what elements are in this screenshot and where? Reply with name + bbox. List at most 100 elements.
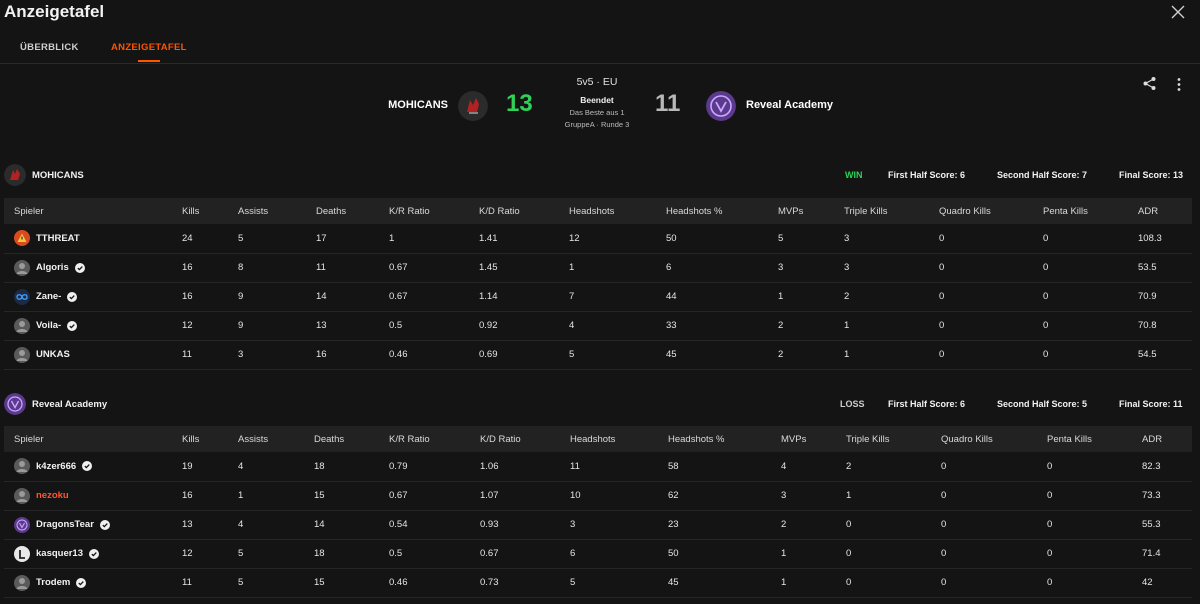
column-header[interactable]: K/R Ratio xyxy=(379,426,470,452)
tab-overview[interactable]: ÜBERBLICK xyxy=(20,42,79,53)
column-header[interactable]: Assists xyxy=(228,198,306,224)
table-row[interactable]: nezoku 16 1 15 0.67 1.07 10 62 3 1 0 0 73.3 xyxy=(4,481,1192,511)
player-avatar[interactable] xyxy=(14,346,30,363)
table-row[interactable]: TTHREAT 24 5 17 1 1.41 12 50 5 3 0 0 108.3 xyxy=(4,224,1192,254)
column-header[interactable]: Headshots xyxy=(560,426,658,452)
stat-cell: 14 xyxy=(306,282,379,312)
column-header[interactable]: Headshots xyxy=(559,198,656,224)
reveal-academy-logo xyxy=(4,393,26,415)
column-header[interactable]: Kills xyxy=(172,198,228,224)
stat-cell: 1.06 xyxy=(470,452,560,482)
verified-check-icon xyxy=(67,291,78,302)
player-name[interactable]: UNKAS xyxy=(36,349,70,360)
column-header[interactable]: Headshots % xyxy=(658,426,771,452)
stat-cell: 15 xyxy=(304,481,379,511)
stat-cell: 0 xyxy=(1033,311,1128,341)
stat-cell: 70.8 xyxy=(1128,311,1192,341)
more-options-icon[interactable] xyxy=(1172,77,1186,92)
player-name[interactable]: Voila- xyxy=(36,320,61,331)
column-header[interactable]: Penta Kills xyxy=(1033,198,1128,224)
stat-cell: 50 xyxy=(656,224,768,254)
final-score: Final Score: 11 xyxy=(1119,399,1183,409)
stat-cell: 0 xyxy=(929,340,1033,370)
verified-check-icon xyxy=(74,262,85,273)
table-row[interactable]: Zane- 16 9 14 0.67 1.14 7 44 1 2 0 0 70.9 xyxy=(4,282,1192,312)
column-header[interactable]: Quadro Kills xyxy=(929,198,1033,224)
player-name[interactable]: Zane- xyxy=(36,291,61,302)
close-icon[interactable] xyxy=(1170,4,1186,20)
active-tab-indicator xyxy=(138,60,160,62)
player-name[interactable]: DragonsTear xyxy=(36,519,94,530)
player-cell: nezoku xyxy=(4,481,172,511)
player-cell: DragonsTear xyxy=(4,510,172,540)
window-title: Anzeigetafel xyxy=(4,2,105,21)
player-name[interactable]: nezoku xyxy=(36,490,69,501)
warning-triangle-icon[interactable] xyxy=(14,230,30,247)
table-row[interactable]: DragonsTear 13 4 14 0.54 0.93 3 23 2 0 0 0 55.3 xyxy=(4,510,1192,540)
column-header[interactable]: Spieler xyxy=(4,198,172,224)
player-avatar[interactable] xyxy=(14,458,30,475)
column-header[interactable]: K/D Ratio xyxy=(470,426,560,452)
column-header[interactable]: MVPs xyxy=(768,198,834,224)
column-header[interactable]: Assists xyxy=(228,426,304,452)
player-avatar[interactable] xyxy=(14,259,30,276)
table-row[interactable]: Trodem 11 5 15 0.46 0.73 5 45 1 0 0 0 42 xyxy=(4,568,1192,598)
table-row[interactable]: Voila- 12 9 13 0.5 0.92 4 33 2 1 0 0 70.8 xyxy=(4,311,1192,341)
team-b-score: 11 xyxy=(655,90,681,117)
column-header[interactable]: Triple Kills xyxy=(834,198,929,224)
stat-cell: 9 xyxy=(228,311,306,341)
column-header[interactable]: MVPs xyxy=(771,426,836,452)
reveal-logo-icon[interactable] xyxy=(14,516,30,533)
column-header[interactable]: Deaths xyxy=(304,426,379,452)
column-header[interactable]: K/D Ratio xyxy=(469,198,559,224)
column-header[interactable]: Spieler xyxy=(4,426,172,452)
stat-cell: 17 xyxy=(306,224,379,254)
player-cell: k4zer666 xyxy=(4,452,172,482)
player-avatar[interactable] xyxy=(14,487,30,504)
stat-cell: 11 xyxy=(306,253,379,283)
table-row[interactable]: UNKAS 11 3 16 0.46 0.69 5 45 2 1 0 0 54.5 xyxy=(4,340,1192,370)
player-name[interactable]: kasquer13 xyxy=(36,548,83,559)
player-cell: Zane- xyxy=(4,282,172,312)
verified-check-icon xyxy=(67,320,78,331)
stat-cell: 0.67 xyxy=(379,481,470,511)
infinity-icon[interactable] xyxy=(14,288,30,305)
table-row[interactable]: Algoris 16 8 11 0.67 1.45 1 6 3 3 0 0 53.5 xyxy=(4,253,1192,283)
tab-scoreboard[interactable]: ANZEIGETAFEL xyxy=(111,42,187,53)
column-header[interactable]: Triple Kills xyxy=(836,426,931,452)
column-header[interactable]: Deaths xyxy=(306,198,379,224)
column-header[interactable]: ADR xyxy=(1128,198,1192,224)
stat-cell: 1.45 xyxy=(469,253,559,283)
column-header[interactable]: ADR xyxy=(1132,426,1192,452)
stat-cell: 8 xyxy=(228,253,306,283)
table-row[interactable]: k4zer666 19 4 18 0.79 1.06 11 58 4 2 0 0 82.3 xyxy=(4,452,1192,482)
second-half-score: Second Half Score: 7 xyxy=(997,170,1088,180)
stat-cell: 55.3 xyxy=(1132,510,1192,540)
stat-cell: 58 xyxy=(658,452,771,482)
column-header[interactable]: Headshots % xyxy=(656,198,768,224)
column-header[interactable]: Kills xyxy=(172,426,228,452)
stat-cell: 1 xyxy=(379,224,469,254)
column-header[interactable]: K/R Ratio xyxy=(379,198,469,224)
stat-cell: 108.3 xyxy=(1128,224,1192,254)
stat-cell: 2 xyxy=(768,311,834,341)
stat-cell: 19 xyxy=(172,452,228,482)
stat-cell: 12 xyxy=(559,224,656,254)
column-header[interactable]: Penta Kills xyxy=(1037,426,1132,452)
stat-cell: 0 xyxy=(1037,568,1132,598)
stat-cell: 5 xyxy=(228,224,306,254)
player-name[interactable]: Trodem xyxy=(36,577,70,588)
player-name[interactable]: k4zer666 xyxy=(36,461,76,472)
stat-cell: 0 xyxy=(1037,452,1132,482)
player-name[interactable]: TTHREAT xyxy=(36,233,80,244)
table-row[interactable]: kasquer13 12 5 18 0.5 0.67 6 50 1 0 0 0 71.4 xyxy=(4,539,1192,569)
player-avatar[interactable] xyxy=(14,574,30,591)
scoreboard-table-mohicans: Spieler Kills Assists Deaths K/R Ratio K… xyxy=(4,198,1192,370)
player-name[interactable]: Algoris xyxy=(36,262,69,273)
player-avatar[interactable] xyxy=(14,317,30,334)
stat-cell: 0 xyxy=(1033,224,1128,254)
column-header[interactable]: Quadro Kills xyxy=(931,426,1037,452)
share-icon[interactable] xyxy=(1142,76,1157,91)
stat-cell: 2 xyxy=(834,282,929,312)
letter-l-icon[interactable] xyxy=(14,545,30,562)
